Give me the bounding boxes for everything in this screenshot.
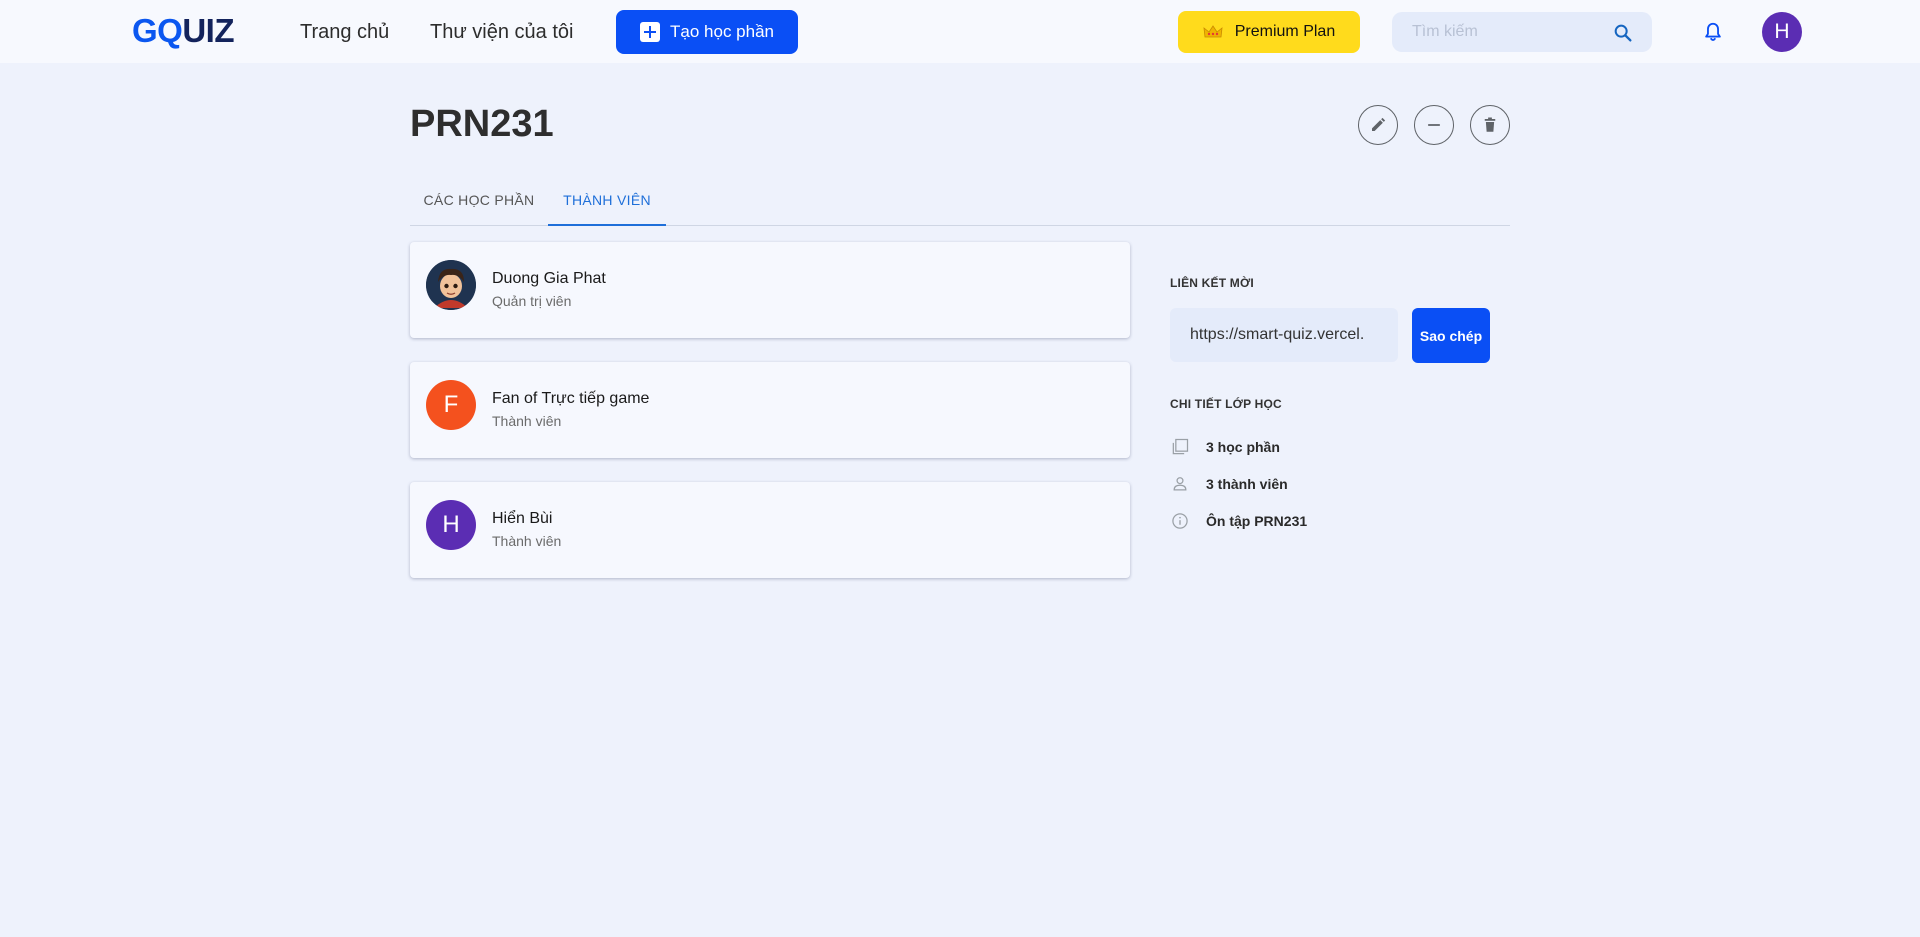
detail-description-text: Ôn tập PRN231 — [1206, 513, 1308, 529]
member-name: Duong Gia Phat — [492, 270, 606, 287]
detail-description-row: Ôn tập PRN231 — [1170, 510, 1307, 532]
gquiz-logo[interactable]: GQUIZ — [132, 11, 235, 51]
member-name: Hiển Bùi — [492, 510, 553, 527]
premium-button-label: Premium Plan — [1234, 23, 1336, 40]
create-study-set-button[interactable]: Tạo học phần — [616, 10, 798, 54]
top-navbar: GQUIZ Trang chủ Thư viện của tôi Tạo học… — [0, 0, 1920, 63]
invite-link-input[interactable] — [1190, 324, 1390, 346]
delete-class-button[interactable] — [1470, 105, 1510, 145]
member-role: Quản trị viên — [492, 293, 572, 309]
notification-bell-icon[interactable] — [1702, 20, 1724, 44]
logo-part-1: GQ — [132, 12, 183, 49]
member-role: Thành viên — [492, 413, 562, 429]
detail-study-sets-text: 3 học phần — [1206, 439, 1280, 455]
member-avatar: H — [426, 500, 476, 550]
member-card[interactable]: H Hiển Bùi Thành viên — [410, 482, 1130, 578]
detail-members-text: 3 thành viên — [1206, 476, 1288, 492]
search-icon[interactable] — [1612, 22, 1634, 44]
invite-link-label: LIÊN KẾT MỜI — [1170, 276, 1254, 290]
info-icon — [1172, 513, 1188, 529]
copy-link-button[interactable]: Sao chép — [1412, 308, 1490, 363]
class-tabs: CÁC HỌC PHẦN THÀNH VIÊN — [410, 180, 1510, 226]
search-box — [1392, 12, 1652, 52]
person-icon — [1173, 477, 1187, 491]
minus-icon — [1427, 124, 1441, 126]
detail-members-row: 3 thành viên — [1170, 473, 1288, 495]
crown-icon — [1203, 25, 1223, 38]
member-card[interactable]: Duong Gia Phat Quản trị viên — [410, 242, 1130, 338]
tab-study-sets[interactable]: CÁC HỌC PHẦN — [410, 180, 548, 226]
tab-members[interactable]: THÀNH VIÊN — [548, 180, 666, 226]
class-details-label: CHI TIẾT LỚP HỌC — [1170, 397, 1282, 411]
invite-link-field — [1170, 308, 1398, 362]
premium-plan-button[interactable]: Premium Plan — [1178, 11, 1360, 53]
member-avatar: F — [426, 380, 476, 430]
pencil-icon — [1372, 117, 1386, 131]
copy-stack-icon — [1172, 438, 1189, 455]
create-button-label: Tạo học phần — [670, 22, 774, 41]
search-input[interactable] — [1412, 22, 1602, 42]
user-avatar[interactable]: H — [1762, 12, 1802, 52]
logo-part-2: UIZ — [182, 12, 235, 49]
member-name: Fan of Trực tiếp game — [492, 390, 650, 407]
class-title: PRN231 — [410, 103, 554, 145]
detail-study-sets-row: 3 học phần — [1170, 436, 1280, 458]
leave-class-button[interactable] — [1414, 105, 1454, 145]
nav-library-link[interactable]: Thư viện của tôi — [430, 20, 573, 44]
member-avatar-image — [426, 260, 476, 310]
member-card[interactable]: F Fan of Trực tiếp game Thành viên — [410, 362, 1130, 458]
plus-icon — [640, 22, 661, 42]
edit-class-button[interactable] — [1358, 105, 1398, 145]
member-role: Thành viên — [492, 533, 562, 549]
trash-icon — [1484, 117, 1496, 132]
nav-home-link[interactable]: Trang chủ — [300, 20, 389, 44]
